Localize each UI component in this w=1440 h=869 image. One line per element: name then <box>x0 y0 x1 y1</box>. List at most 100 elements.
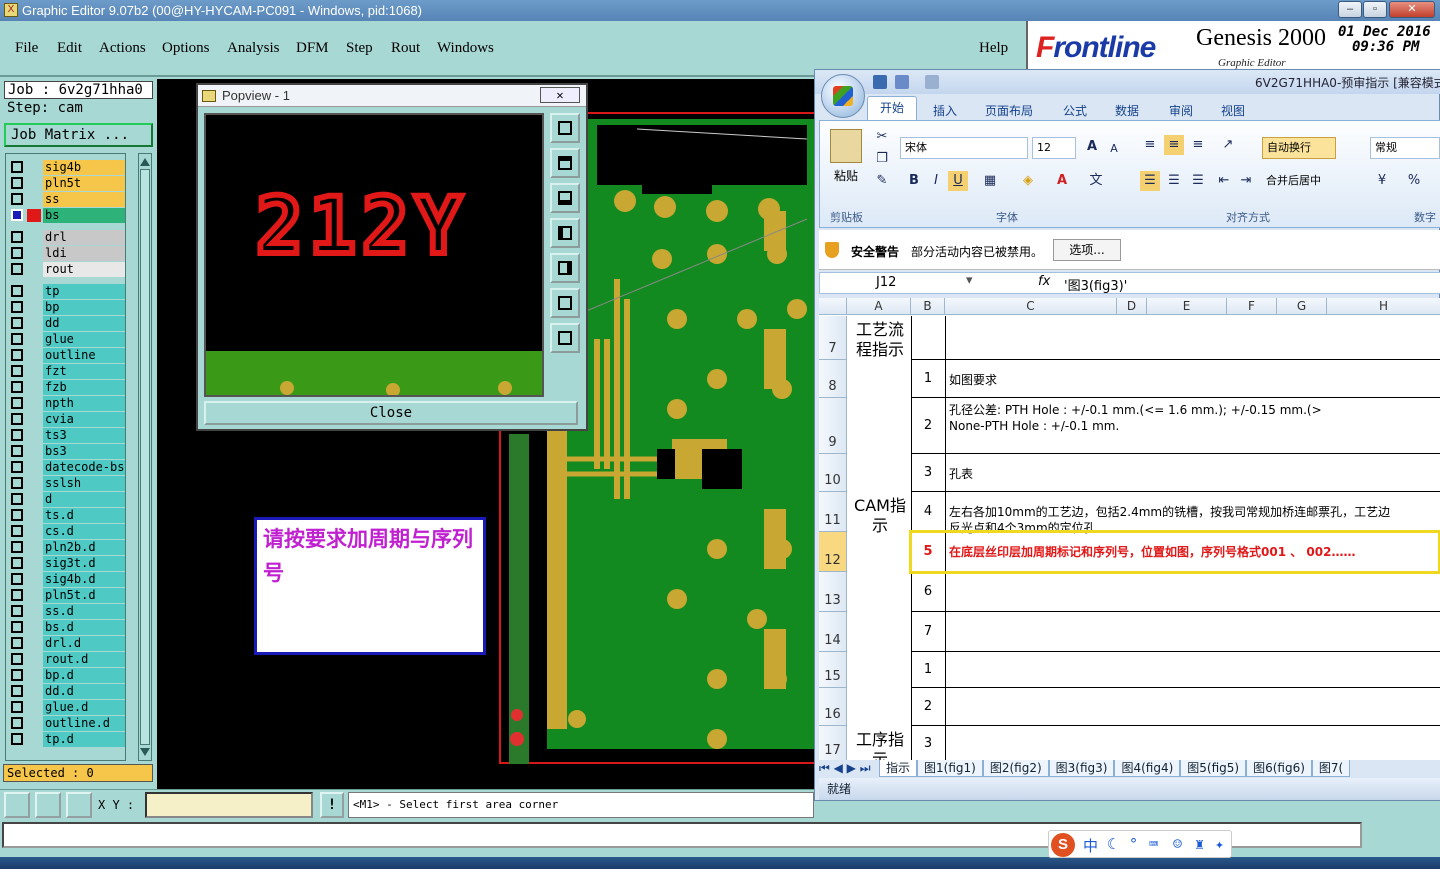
menu-options[interactable]: Options <box>162 40 210 57</box>
layer-row[interactable]: d <box>8 492 125 507</box>
zoom-in-icon[interactable] <box>550 323 580 353</box>
row-header[interactable]: 9 <box>819 398 847 454</box>
grow-font-icon[interactable]: A <box>1082 137 1102 157</box>
row-header[interactable]: 17 <box>819 726 847 760</box>
row-header[interactable]: 16 <box>819 688 847 726</box>
column-header[interactable]: F <box>1227 298 1277 315</box>
layer-checkbox[interactable] <box>11 653 23 665</box>
layer-name[interactable]: bs.d <box>43 620 125 635</box>
decrease-indent-icon[interactable]: ⇤ <box>1214 171 1234 191</box>
percent-icon[interactable]: % <box>1404 171 1424 191</box>
layer-row[interactable]: bs <box>8 208 125 223</box>
layer-row[interactable]: glue <box>8 332 125 347</box>
sheet-tab[interactable]: 图2(fig2) <box>982 760 1049 777</box>
column-header[interactable]: D <box>1117 298 1147 315</box>
column-header[interactable]: G <box>1277 298 1327 315</box>
table-cell[interactable] <box>949 320 1440 360</box>
menu-windows[interactable]: Windows <box>437 40 494 57</box>
layer-name[interactable]: outline.d <box>43 716 125 731</box>
security-options-button[interactable]: 选项... <box>1053 239 1121 261</box>
table-cell[interactable]: 7 <box>911 612 945 652</box>
layer-row[interactable]: dd.d <box>8 684 125 699</box>
job-matrix-button[interactable]: Job Matrix ... <box>4 123 153 147</box>
name-box[interactable]: J12 <box>876 275 896 290</box>
layer-row[interactable]: pln2b.d <box>8 540 125 555</box>
align-center-icon[interactable]: ☰ <box>1164 171 1184 191</box>
layer-name[interactable]: rout <box>43 262 125 277</box>
pan-left-icon[interactable] <box>550 218 580 248</box>
redo-icon[interactable] <box>925 75 939 89</box>
layer-row[interactable]: ss.d <box>8 604 125 619</box>
layer-row[interactable]: pln5t.d <box>8 588 125 603</box>
layer-name[interactable]: datecode-bs <box>43 460 125 475</box>
cut-icon[interactable]: ✂ <box>872 127 892 147</box>
scroll-down-icon[interactable] <box>140 748 150 758</box>
layer-name[interactable]: rout.d <box>43 652 125 667</box>
user-icon[interactable]: ☺ <box>1173 835 1182 853</box>
layer-row[interactable]: pln5t <box>8 176 125 191</box>
bold-icon[interactable]: B <box>904 171 924 191</box>
pan-right-icon[interactable] <box>550 253 580 283</box>
table-cell[interactable] <box>949 738 1440 760</box>
copy-icon[interactable]: ❐ <box>872 149 892 169</box>
layer-row[interactable]: sig4b <box>8 160 125 175</box>
layer-name[interactable]: cs.d <box>43 524 125 539</box>
layer-row[interactable]: outline <box>8 348 125 363</box>
align-bottom-icon[interactable]: ≡ <box>1188 135 1208 155</box>
layer-scrollbar[interactable] <box>138 153 152 761</box>
merge-center-button[interactable]: 合并后居中 <box>1262 171 1358 193</box>
sheet-tab[interactable]: 图3(fig3) <box>1048 760 1115 777</box>
layer-row[interactable]: npth <box>8 396 125 411</box>
row-header[interactable]: 7 <box>819 316 847 360</box>
layer-checkbox[interactable] <box>11 573 23 585</box>
row-header[interactable]: 13 <box>819 572 847 612</box>
undo-icon[interactable] <box>895 75 909 89</box>
orientation-icon[interactable]: ↗ <box>1218 135 1238 155</box>
table-cell[interactable]: 3 <box>911 726 945 760</box>
sheet-nav-icons[interactable]: ⏮ ◀ ▶ ⏭ <box>819 761 879 776</box>
zoom-out-icon[interactable] <box>550 288 580 318</box>
layer-checkbox[interactable] <box>11 717 23 729</box>
layer-checkbox[interactable] <box>11 461 23 473</box>
maximize-button[interactable]: ▫ <box>1363 1 1387 18</box>
layer-checkbox[interactable] <box>11 685 23 697</box>
align-left-icon[interactable]: ☰ <box>1140 171 1160 191</box>
layer-row[interactable]: bp.d <box>8 668 125 683</box>
layer-name[interactable]: cvia <box>43 412 125 427</box>
row-header[interactable]: 14 <box>819 612 847 652</box>
table-cell[interactable]: CAM指示 <box>851 496 909 536</box>
layer-checkbox[interactable] <box>11 701 23 713</box>
tab-insert[interactable]: 插入 <box>933 102 957 119</box>
layer-row[interactable]: sig3t.d <box>8 556 125 571</box>
currency-icon[interactable]: ¥ <box>1372 171 1392 191</box>
layer-row[interactable]: sslsh <box>8 476 125 491</box>
layer-name[interactable]: dd <box>43 316 125 331</box>
layer-name[interactable]: pln5t.d <box>43 588 125 603</box>
sheet-tab[interactable]: 图6(fig6) <box>1246 760 1312 777</box>
layer-name[interactable]: ts3 <box>43 428 125 443</box>
font-size-select[interactable]: 12 <box>1032 137 1076 159</box>
layer-row[interactable]: tp <box>8 284 125 299</box>
wrap-text-button[interactable]: 自动换行 <box>1262 137 1336 159</box>
layer-checkbox[interactable] <box>11 365 23 377</box>
row-header[interactable]: 11 <box>819 492 847 532</box>
layer-row[interactable]: ts.d <box>8 508 125 523</box>
layer-checkbox[interactable] <box>11 349 23 361</box>
table-cell[interactable]: 1 <box>911 360 945 398</box>
layer-row[interactable]: drl <box>8 230 125 245</box>
layer-name[interactable]: ts.d <box>43 508 125 523</box>
row-header[interactable]: 15 <box>819 652 847 688</box>
layer-name[interactable]: dd.d <box>43 684 125 699</box>
layer-name[interactable]: tp.d <box>43 732 125 747</box>
layer-checkbox[interactable] <box>11 193 23 205</box>
minimize-button[interactable]: – <box>1338 1 1362 18</box>
layer-row[interactable]: bs3 <box>8 444 125 459</box>
font-color-icon[interactable]: A <box>1052 171 1072 191</box>
punctuation-icon[interactable]: ° <box>1129 835 1138 853</box>
layer-name[interactable]: pln2b.d <box>43 540 125 555</box>
layer-name[interactable]: glue.d <box>43 700 125 715</box>
table-cell[interactable]: 4 <box>911 492 945 532</box>
format-painter-icon[interactable]: ✎ <box>872 171 892 191</box>
moon-icon[interactable]: ☾ <box>1107 835 1116 853</box>
layer-checkbox[interactable] <box>11 317 23 329</box>
